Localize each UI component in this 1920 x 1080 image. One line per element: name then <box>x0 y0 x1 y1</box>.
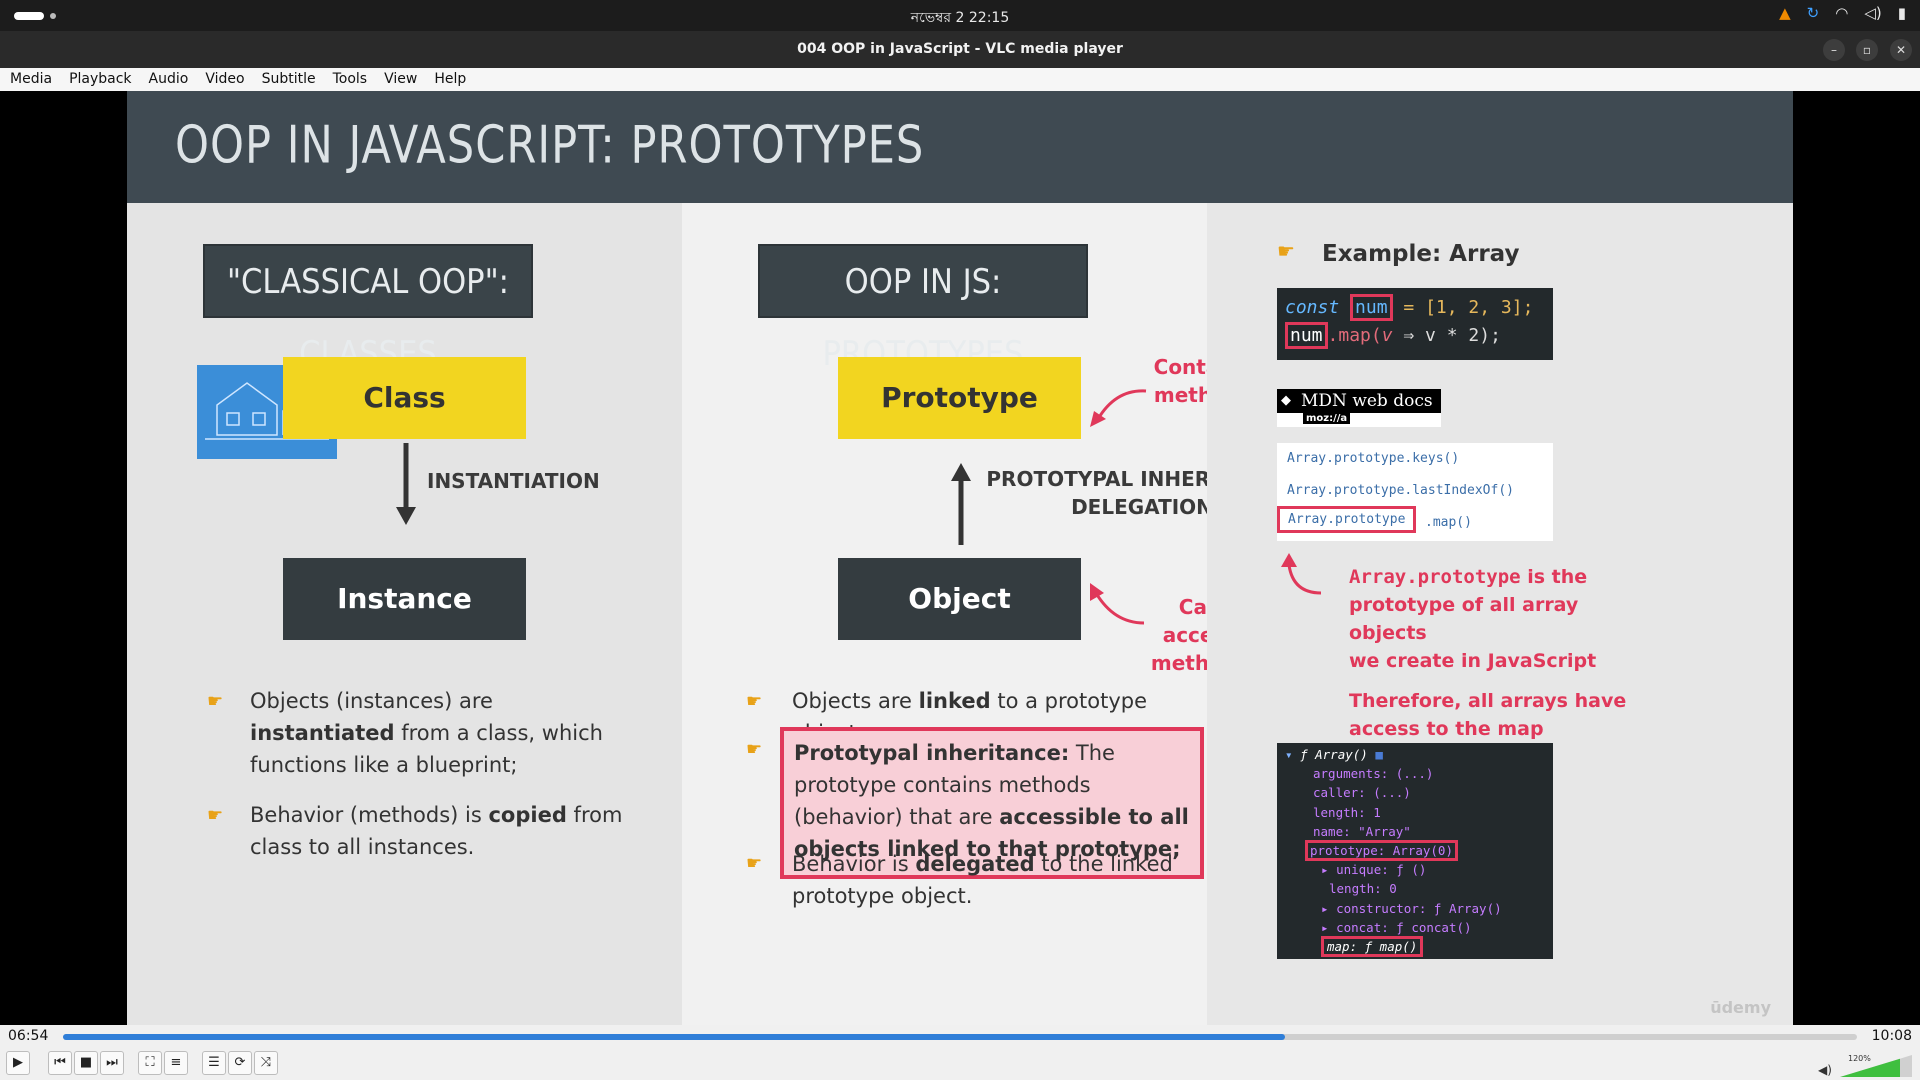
js-prototypes-heading: OOP IN JS: PROTOTYPES <box>758 244 1088 374</box>
delegation-arrow-icon <box>951 463 971 545</box>
mdn-item-map: .map() <box>1425 515 1472 530</box>
code-example: const num = [1, 2, 3]; num .map(v ⇒ v * 2… <box>1277 288 1553 360</box>
volume-icon[interactable]: ◁) <box>1864 4 1881 22</box>
window-title: 004 OOP in JavaScript - VLC media player <box>797 41 1123 57</box>
system-tray[interactable]: ▲ ↻ ◠ ◁) ▮ <box>1779 4 1906 22</box>
wifi-icon[interactable]: ◠ <box>1835 4 1848 22</box>
array-example-column: ☛ Example: Array const num = [1, 2, 3]; … <box>1207 203 1793 1025</box>
curved-arrow-icon <box>1281 553 1322 595</box>
prototype-box: Prototype <box>838 357 1081 439</box>
pointing-hand-icon: ☛ <box>207 691 224 712</box>
mdn-title: MDN web docs <box>1277 389 1441 413</box>
menu-help[interactable]: Help <box>434 68 466 91</box>
playlist-icon[interactable]: ☰ <box>202 1051 226 1075</box>
mdn-item-keys: Array.prototype.keys() <box>1287 451 1460 466</box>
menu-view[interactable]: View <box>384 68 417 91</box>
volume-level: 120% <box>1848 1054 1871 1063</box>
seek-bar[interactable] <box>63 1034 1857 1040</box>
play-icon[interactable]: ▶ <box>6 1051 30 1075</box>
js-prototypes-column: OOP IN JS: PROTOTYPES Prototype Contains… <box>682 203 1298 1025</box>
menu-video[interactable]: Video <box>205 68 244 91</box>
battery-icon[interactable]: ▮ <box>1898 4 1906 22</box>
udemy-watermark: ūdemy <box>1710 998 1771 1017</box>
pointing-hand-icon: ☛ <box>746 691 763 712</box>
next-icon[interactable]: ⏭ <box>100 1051 124 1075</box>
instantiation-arrow-icon <box>396 443 416 525</box>
playback-controls: 06:54 10:08 ▶ ⏮ ■ ⏭ ⛶ ≡ ☰ ⟳ ⤨ ◀) 120% <box>0 1025 1920 1080</box>
slide: OOP IN JAVASCRIPT: PROTOTYPES "CLASSICAL… <box>127 91 1793 1025</box>
window-titlebar: 004 OOP in JavaScript - VLC media player… <box>0 31 1920 68</box>
pointing-hand-icon: ☛ <box>1277 239 1295 263</box>
menu-media[interactable]: Media <box>10 68 52 91</box>
classical-oop-heading: "CLASSICAL OOP": CLASSES <box>203 244 533 374</box>
object-box: Object <box>838 558 1081 640</box>
video-area[interactable]: OOP IN JAVASCRIPT: PROTOTYPES "CLASSICAL… <box>0 91 1920 1025</box>
total-time: 10:08 <box>1871 1028 1912 1044</box>
minimize-button[interactable]: – <box>1823 39 1845 61</box>
maximize-button[interactable]: ▫ <box>1856 39 1878 61</box>
refresh-tray-icon[interactable]: ↻ <box>1807 4 1820 22</box>
middle-bullet-3: Behavior is delegated to the linked prot… <box>792 852 1173 908</box>
previous-icon[interactable]: ⏮ <box>48 1051 72 1075</box>
menu-bar: Media Playback Audio Video Subtitle Tool… <box>0 68 1920 91</box>
menu-playback[interactable]: Playback <box>69 68 131 91</box>
menu-subtitle[interactable]: Subtitle <box>262 68 316 91</box>
system-clock[interactable]: নভেম্বর 2 22:15 <box>0 6 1920 30</box>
mdn-item-prototype-highlight: Array.prototype <box>1277 506 1417 533</box>
class-box: Class <box>283 357 526 439</box>
system-top-bar: নভেম্বর 2 22:15 ▲ ↻ ◠ ◁) ▮ <box>0 0 1920 31</box>
devtools-console: ▾ ƒ Array() ■ arguments: (...) caller: (… <box>1277 743 1553 959</box>
mdn-logo: MDN web docs ◆ moz://a <box>1277 389 1441 427</box>
shuffle-icon[interactable]: ⤨ <box>254 1051 278 1075</box>
seek-progress <box>63 1034 1285 1040</box>
access-arrow-icon <box>1090 583 1145 625</box>
speaker-icon[interactable]: ◀) <box>1818 1063 1832 1077</box>
pointing-hand-icon: ☛ <box>746 853 763 874</box>
extended-settings-icon[interactable]: ≡ <box>164 1051 188 1075</box>
vlc-tray-icon[interactable]: ▲ <box>1779 4 1791 22</box>
example-title: Example: Array <box>1322 241 1520 267</box>
pointing-hand-icon: ☛ <box>207 805 224 826</box>
elapsed-time: 06:54 <box>8 1028 49 1044</box>
fullscreen-icon[interactable]: ⛶ <box>138 1051 162 1075</box>
pointing-hand-icon: ☛ <box>746 739 763 760</box>
instance-box: Instance <box>283 558 526 640</box>
stop-icon[interactable]: ■ <box>74 1051 98 1075</box>
left-bullet-1: Objects (instances) are instantiated fro… <box>250 689 603 777</box>
mdn-item-lastindexof: Array.prototype.lastIndexOf() <box>1287 483 1514 498</box>
contains-arrow-icon <box>1090 389 1147 427</box>
left-bullet-2: Behavior (methods) is copied from class … <box>250 803 623 859</box>
menu-tools[interactable]: Tools <box>333 68 368 91</box>
mozilla-logo: moz://a <box>1303 413 1351 424</box>
slide-header: OOP IN JAVASCRIPT: PROTOTYPES <box>127 91 1793 203</box>
dino-icon: ◆ <box>1281 393 1291 408</box>
prototype-note: Array.prototype is the prototype of all … <box>1349 566 1627 768</box>
menu-audio[interactable]: Audio <box>149 68 189 91</box>
close-button[interactable]: ✕ <box>1890 39 1912 61</box>
instantiation-label: INSTANTIATION <box>427 469 600 493</box>
mdn-list: Array.prototype.keys() Array.prototype.l… <box>1277 443 1553 541</box>
slide-title: OOP IN JAVASCRIPT: PROTOTYPES <box>175 114 925 176</box>
loop-icon[interactable]: ⟳ <box>228 1051 252 1075</box>
classical-oop-column: "CLASSICAL OOP": CLASSES Class INSTANTIA… <box>127 203 682 1025</box>
